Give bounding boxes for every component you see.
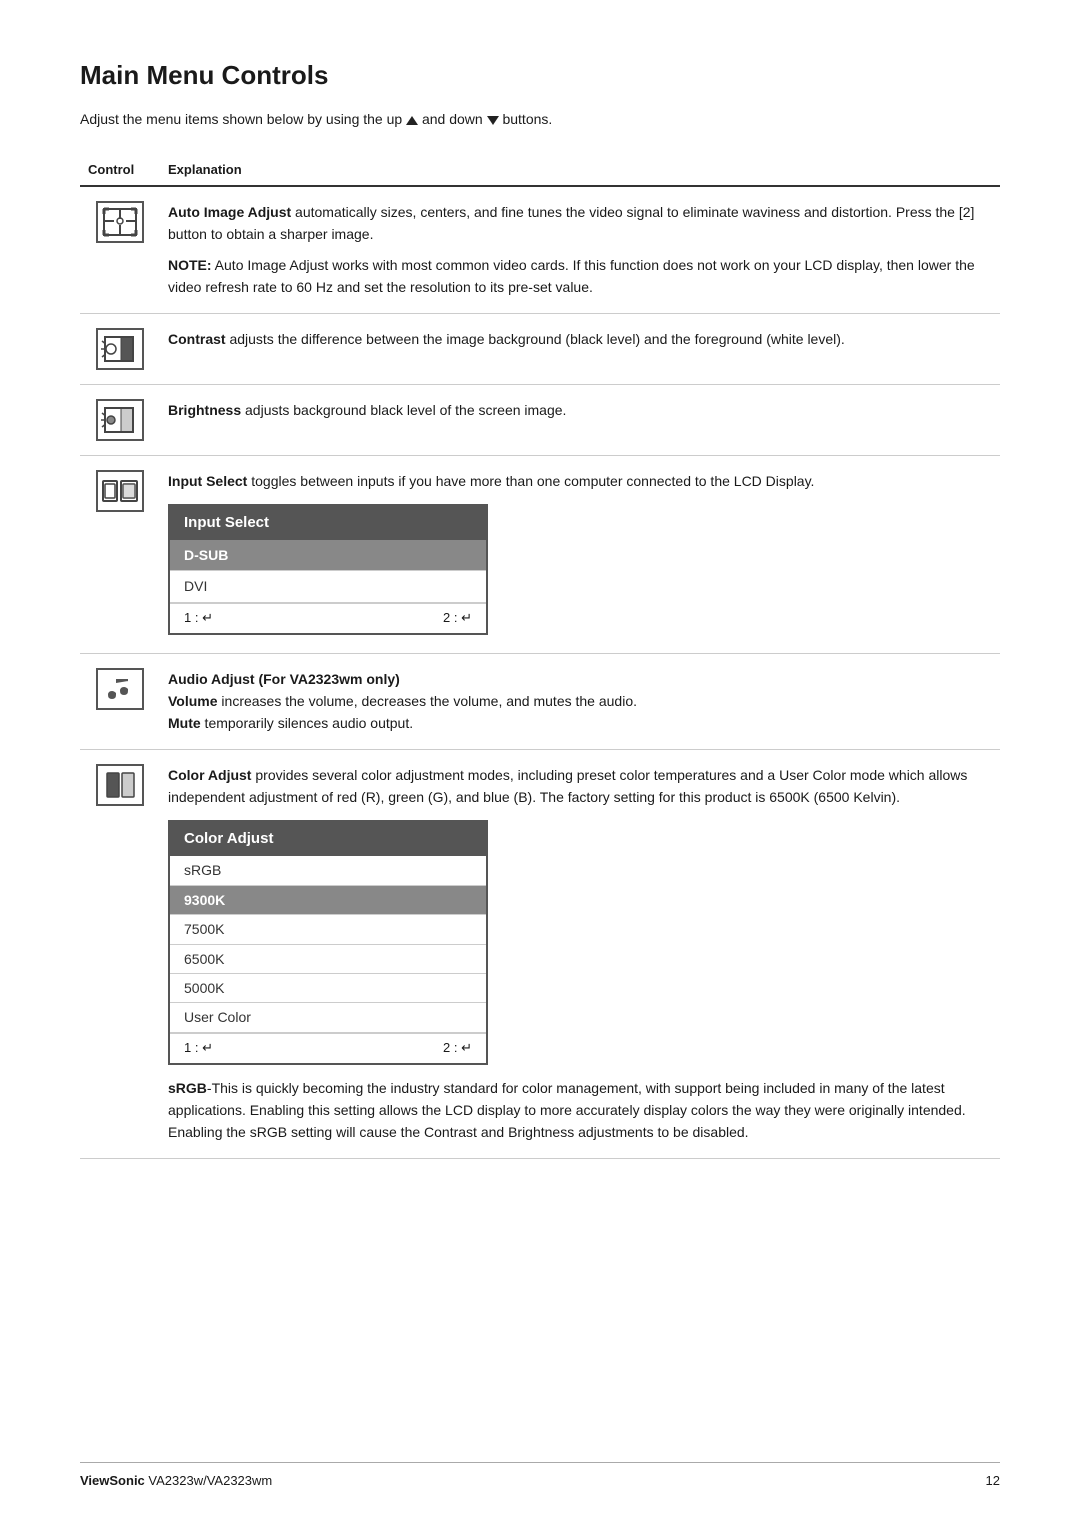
row-color-adjust: Color Adjust provides several color adju…	[80, 749, 1000, 1158]
input-select-icon	[96, 470, 144, 512]
srgb-note: sRGB-This is quickly becoming the indust…	[168, 1077, 992, 1144]
color-item-7500k: 7500K	[170, 915, 486, 944]
row-auto-image: Auto Image Adjust automatically sizes, c…	[80, 186, 1000, 313]
input-select-title: Input Select	[168, 473, 247, 489]
brightness-icon-cell	[80, 384, 160, 455]
color-item-6500k: 6500K	[170, 945, 486, 974]
input-select-menu-header: Input Select	[170, 506, 486, 540]
auto-image-desc: Auto Image Adjust automatically sizes, c…	[160, 186, 1000, 313]
brightness-icon	[96, 399, 144, 441]
row-audio-adjust: Audio Adjust (For VA2323wm only) Volume …	[80, 653, 1000, 749]
down-arrow-icon	[487, 116, 499, 125]
color-adjust-icon-cell	[80, 749, 160, 1158]
auto-image-icon	[96, 201, 144, 243]
input-select-desc: Input Select toggles between inputs if y…	[160, 455, 1000, 653]
intro-text: Adjust the menu items shown below by usi…	[80, 109, 1000, 130]
contrast-title: Contrast	[168, 331, 226, 347]
row-contrast: Contrast adjusts the difference between …	[80, 313, 1000, 384]
audio-adjust-desc: Audio Adjust (For VA2323wm only) Volume …	[160, 653, 1000, 749]
contrast-icon	[96, 328, 144, 370]
color-adjust-menu: Color Adjust sRGB 9300K 7500K 6500K 5000…	[168, 820, 488, 1064]
color-adjust-icon	[96, 764, 144, 806]
contrast-desc: Contrast adjusts the difference between …	[160, 313, 1000, 384]
col-explanation: Explanation	[160, 158, 1000, 186]
intro-middle: and down	[422, 111, 483, 127]
color-item-user-color: User Color	[170, 1003, 486, 1032]
color-item-srgb: sRGB	[170, 856, 486, 885]
col-control: Control	[80, 158, 160, 186]
color-adjust-footer: 1 : ↵ 2 : ↵	[170, 1033, 486, 1063]
color-adjust-desc: Color Adjust provides several color adju…	[160, 749, 1000, 1158]
color-item-5000k: 5000K	[170, 974, 486, 1003]
footer-page: 12	[986, 1473, 1000, 1488]
color-btn1: 1 : ↵	[184, 1038, 213, 1059]
footer-brand-model: ViewSonic VA2323w/VA2323wm	[80, 1473, 272, 1488]
audio-icon	[96, 668, 144, 710]
color-adjust-title: Color Adjust	[168, 767, 251, 783]
color-adjust-menu-header: Color Adjust	[170, 822, 486, 856]
input-select-dvi: DVI	[170, 571, 486, 602]
intro-end: buttons.	[502, 111, 552, 127]
volume-label: Volume	[168, 693, 218, 709]
contrast-icon-cell	[80, 313, 160, 384]
page-title: Main Menu Controls	[80, 60, 1000, 91]
brightness-desc: Brightness adjusts background black leve…	[160, 384, 1000, 455]
input-select-footer: 1 : ↵ 2 : ↵	[170, 603, 486, 633]
mute-label: Mute	[168, 715, 201, 731]
footer: ViewSonic VA2323w/VA2323wm 12	[80, 1462, 1000, 1488]
input-select-dsub: D-SUB	[170, 540, 486, 571]
input-select-icon-cell	[80, 455, 160, 653]
auto-image-icon-cell	[80, 186, 160, 313]
audio-icon-cell	[80, 653, 160, 749]
input-select-btn1: 1 : ↵	[184, 608, 213, 629]
row-brightness: Brightness adjusts background black leve…	[80, 384, 1000, 455]
brightness-title: Brightness	[168, 402, 241, 418]
auto-image-note: NOTE: Auto Image Adjust works with most …	[168, 254, 992, 299]
up-arrow-icon	[406, 116, 418, 125]
footer-model: VA2323w/VA2323wm	[148, 1473, 272, 1488]
audio-adjust-title: Audio Adjust (For VA2323wm only)	[168, 671, 400, 687]
row-input-select: Input Select toggles between inputs if y…	[80, 455, 1000, 653]
color-btn2: 2 : ↵	[443, 1038, 472, 1059]
input-select-menu: Input Select D-SUB DVI 1 : ↵ 2 : ↵	[168, 504, 488, 635]
auto-image-title: Auto Image Adjust	[168, 204, 291, 220]
color-item-9300k: 9300K	[170, 886, 486, 915]
footer-brand: ViewSonic	[80, 1473, 145, 1488]
controls-table: Control Explanation	[80, 158, 1000, 1159]
input-select-btn2: 2 : ↵	[443, 608, 472, 629]
